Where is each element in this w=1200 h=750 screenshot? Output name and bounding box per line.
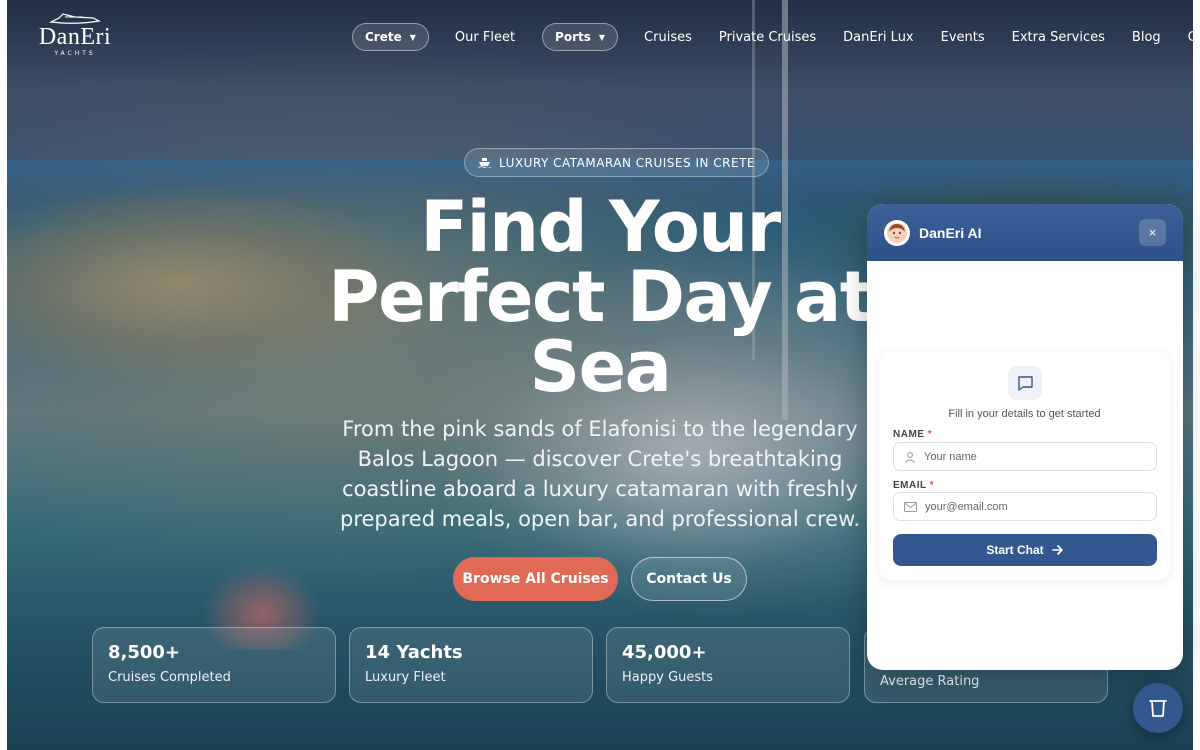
mail-icon <box>904 501 917 512</box>
hero-subtitle: From the pink sands of Elafonisi to the … <box>339 417 861 531</box>
main-nav: Crete ▼ Our Fleet Ports ▼ Cruises Privat… <box>352 23 1200 51</box>
assistant-avatar <box>884 219 910 246</box>
chat-bubble-icon <box>1008 366 1042 400</box>
chat-header: DanEri AI × <box>867 204 1183 261</box>
chat-toggle-icon <box>1149 700 1167 717</box>
user-icon <box>905 451 915 463</box>
hero-title-line1: Find Your <box>420 186 781 268</box>
ship-icon <box>478 158 491 168</box>
nav-our-fleet[interactable]: Our Fleet <box>455 30 515 45</box>
email-label: EMAIL * <box>893 480 934 491</box>
close-icon[interactable]: × <box>1139 219 1166 246</box>
nav-extra-services[interactable]: Extra Services <box>1012 30 1105 45</box>
required-mark: * <box>929 480 935 491</box>
stat-value: 8,500+ <box>108 642 181 663</box>
chevron-down-icon: ▼ <box>409 32 416 42</box>
nav-cruises[interactable]: Cruises <box>644 30 692 45</box>
name-label: NAME * <box>893 429 932 440</box>
logo-sub: YACHTS <box>54 50 96 57</box>
stat-label: Luxury Fleet <box>365 670 446 685</box>
hero-badge: LUXURY CATAMARAN CRUISES IN CRETE <box>464 148 769 177</box>
stat-value: 45,000+ <box>622 642 707 663</box>
nav-events[interactable]: Events <box>941 30 985 45</box>
contact-us-button[interactable]: Contact Us <box>631 557 747 601</box>
chevron-down-icon: ▼ <box>598 32 606 42</box>
stat-card: 45,000+ Happy Guests <box>606 627 850 703</box>
email-label-text: EMAIL <box>893 480 927 491</box>
chat-hint: Fill in your details to get started <box>948 408 1101 420</box>
chat-title: DanEri AI <box>919 224 982 241</box>
chat-toggle-button[interactable] <box>1133 683 1183 733</box>
stat-card: 8,500+ Cruises Completed <box>92 627 336 703</box>
stat-card: 14 Yachts Luxury Fleet <box>349 627 593 703</box>
name-label-text: NAME <box>893 429 925 440</box>
start-chat-label: Start Chat <box>986 543 1044 557</box>
nav-private-cruises[interactable]: Private Cruises <box>719 30 816 45</box>
hero-title: Find Your Perfect Day at Sea <box>300 192 900 402</box>
email-field[interactable] <box>893 492 1157 521</box>
stat-value: 14 Yachts <box>365 642 463 663</box>
hero-badge-label: LUXURY CATAMARAN CRUISES IN CRETE <box>499 155 755 170</box>
nav-region-dropdown[interactable]: Crete ▼ <box>352 23 429 51</box>
logo-name: DanEri <box>38 24 112 50</box>
stat-label: Average Rating <box>880 674 980 689</box>
nav-contact[interactable]: Contact <box>1188 30 1200 45</box>
nav-ports-label: Ports <box>555 30 591 44</box>
email-input[interactable] <box>925 500 1145 513</box>
nav-region-label: Crete <box>365 30 402 44</box>
chat-form: Fill in your details to get started NAME… <box>879 351 1170 580</box>
stat-label: Cruises Completed <box>108 670 231 685</box>
chat-widget: DanEri AI × Fill in your details to get … <box>867 204 1183 670</box>
nav-ports-dropdown[interactable]: Ports ▼ <box>542 23 619 51</box>
stat-label: Happy Guests <box>622 670 714 685</box>
required-mark: * <box>927 429 933 440</box>
hero-title-line3: Sea <box>529 326 672 408</box>
hero-title-line2: Perfect Day at <box>328 256 873 338</box>
logo[interactable]: DanEri YACHTS <box>33 12 117 62</box>
name-input[interactable] <box>924 450 1144 463</box>
nav-daneri-lux[interactable]: DanEri Lux <box>843 30 913 45</box>
browse-cruises-button[interactable]: Browse All Cruises <box>453 557 618 601</box>
assistant-face-icon <box>887 222 907 243</box>
nav-blog[interactable]: Blog <box>1132 30 1161 45</box>
start-chat-button[interactable]: Start Chat <box>893 534 1157 566</box>
name-field[interactable] <box>893 442 1157 471</box>
arrow-right-icon <box>1051 545 1063 555</box>
